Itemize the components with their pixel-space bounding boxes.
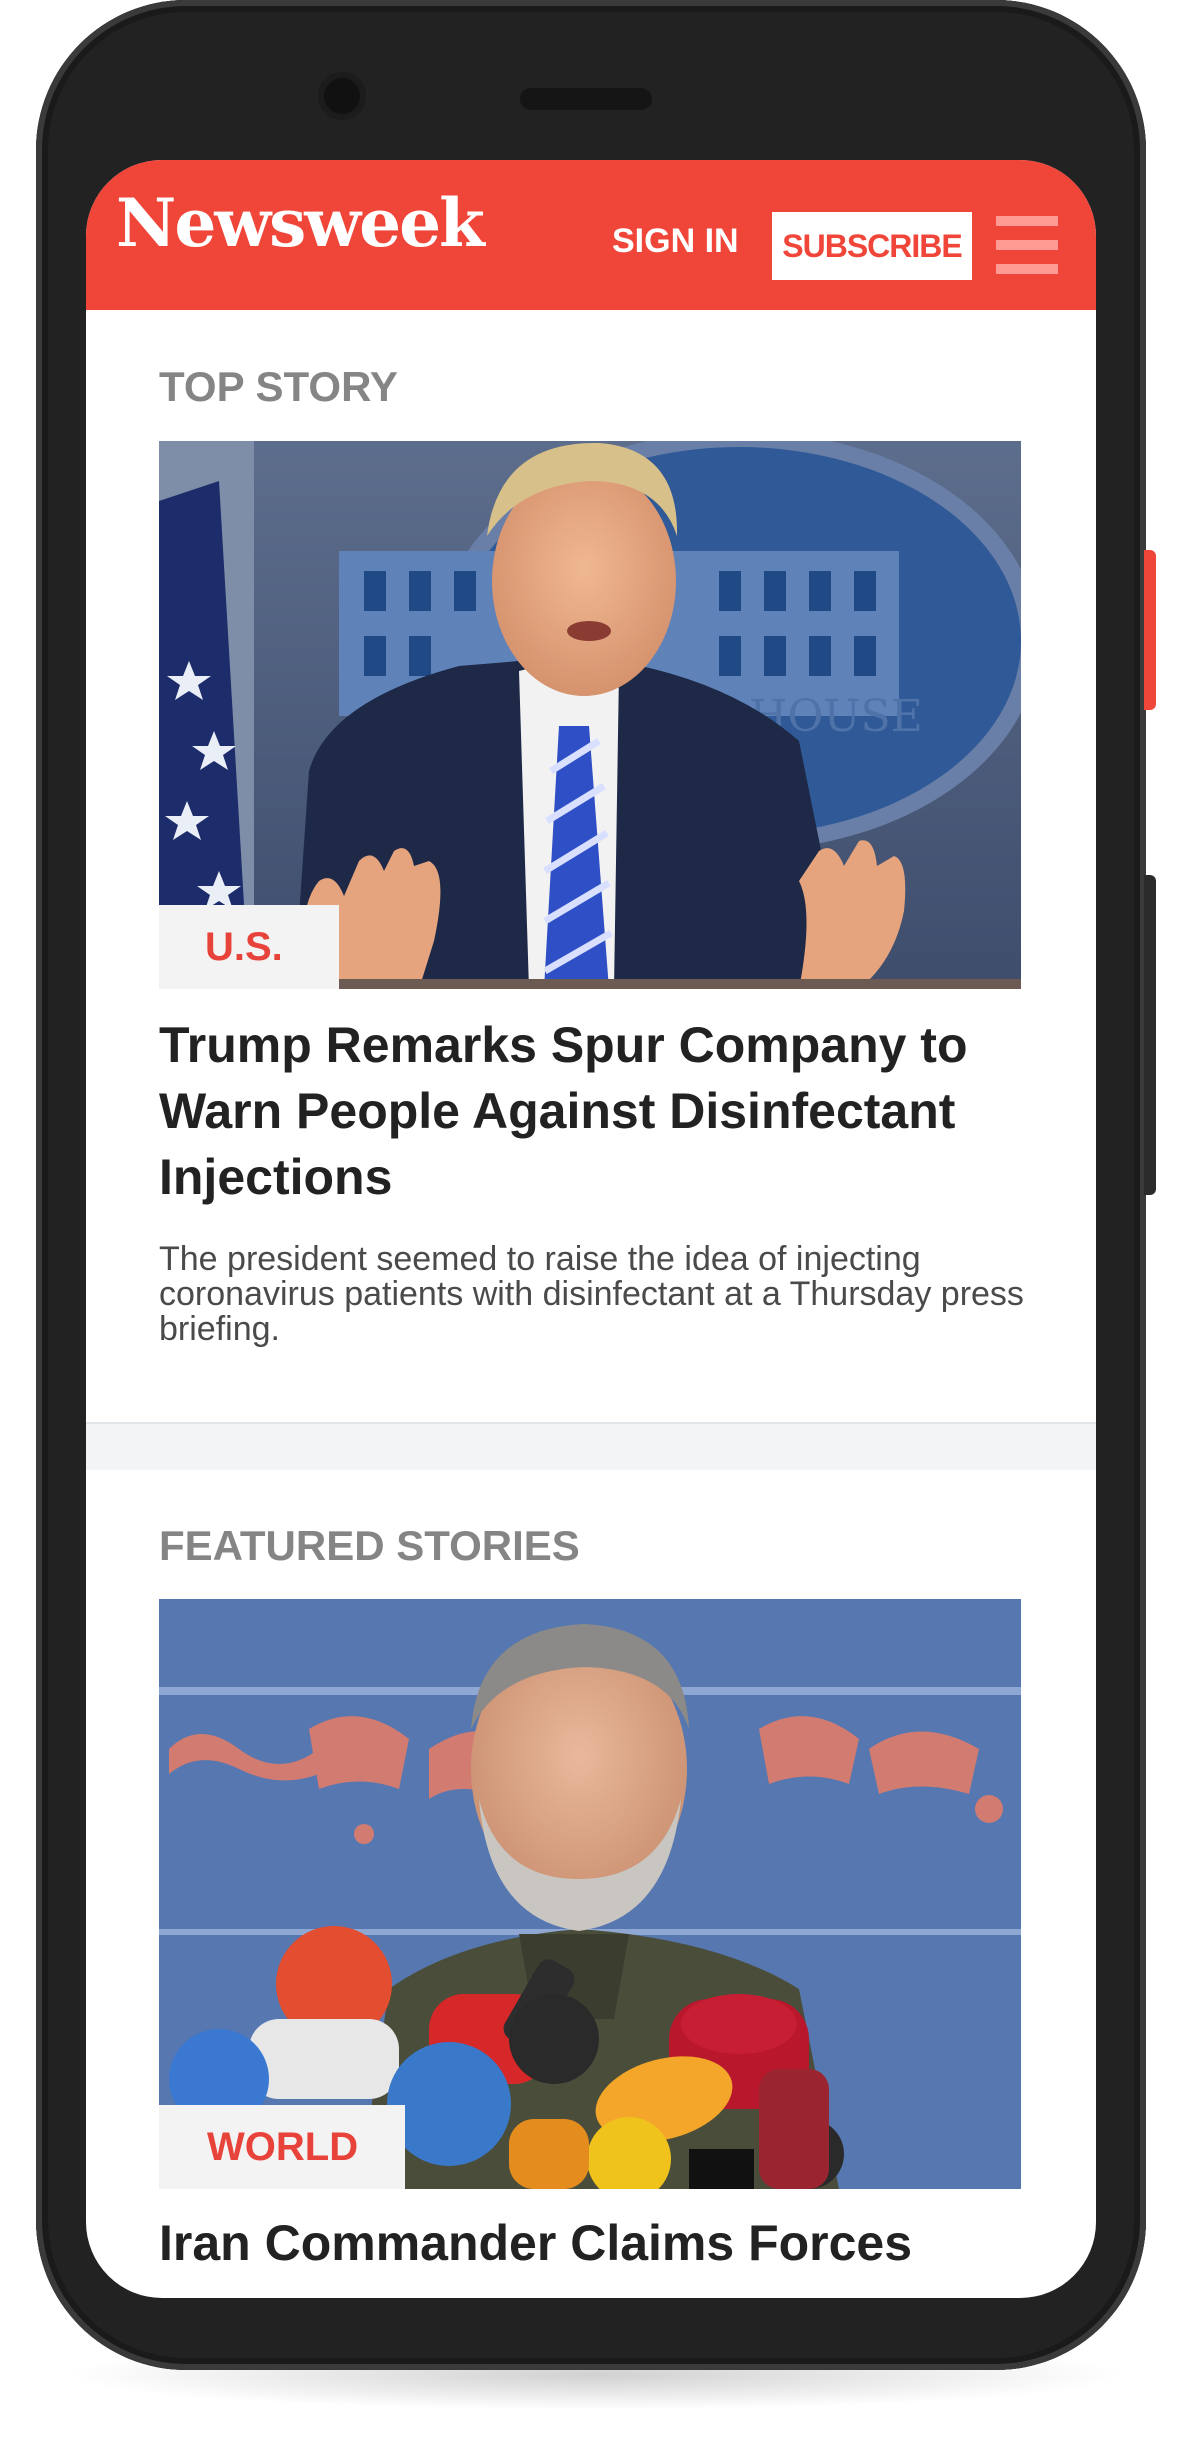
- section-divider: [86, 1424, 1096, 1470]
- category-tag-world[interactable]: WORLD: [159, 2105, 405, 2189]
- phone-screen: Newsweek SIGN IN SUBSCRIBE TOP STORY HOU…: [86, 160, 1096, 2298]
- category-tag-us[interactable]: U.S.: [159, 905, 339, 989]
- featured-stories-label: FEATURED STORIES: [159, 1522, 580, 1569]
- earpiece-speaker: [520, 88, 652, 110]
- sign-in-link[interactable]: SIGN IN: [612, 224, 739, 258]
- volume-button: [1144, 875, 1156, 1195]
- category-tag-label: U.S.: [205, 925, 283, 969]
- top-story-label: TOP STORY: [159, 363, 398, 410]
- power-button: [1144, 550, 1156, 710]
- featured-story-image[interactable]: WORLD: [159, 1599, 1021, 2189]
- newsweek-logo[interactable]: Newsweek: [116, 190, 485, 256]
- iran-commander-photo: [159, 1599, 1021, 2189]
- front-camera-icon: [318, 72, 366, 120]
- device-mockup: Newsweek SIGN IN SUBSCRIBE TOP STORY HOU…: [0, 0, 1185, 2439]
- top-story-headline[interactable]: Trump Remarks Spur Company to Warn Peopl…: [159, 1012, 1039, 1210]
- site-header: Newsweek SIGN IN SUBSCRIBE: [86, 160, 1096, 310]
- top-story-dek: The president seemed to raise the idea o…: [159, 1240, 1024, 1348]
- hamburger-menu-icon[interactable]: [996, 214, 1062, 276]
- top-story-image[interactable]: HOUSE U.S.: [159, 441, 1021, 989]
- category-tag-label: WORLD: [207, 2125, 359, 2169]
- featured-story-headline[interactable]: Iran Commander Claims Forces: [159, 2210, 1039, 2276]
- subscribe-button[interactable]: SUBSCRIBE: [772, 212, 972, 280]
